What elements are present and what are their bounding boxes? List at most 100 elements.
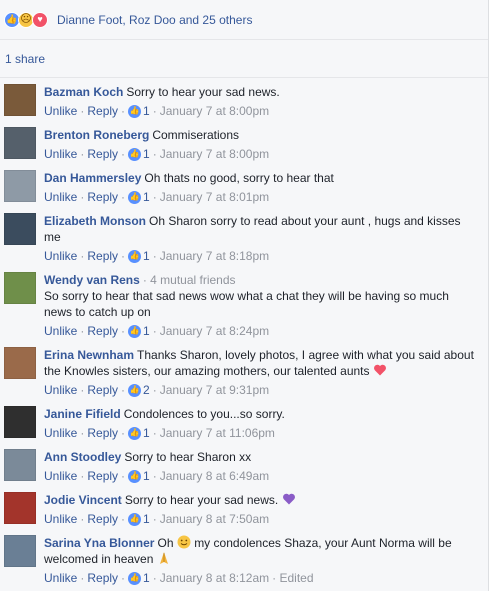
like-count[interactable]: 2 bbox=[143, 382, 150, 398]
comment-author-link[interactable]: Jodie Vincent bbox=[44, 493, 122, 507]
comment-author-link[interactable]: Ann Stoodley bbox=[44, 450, 121, 464]
unlike-button[interactable]: Unlike bbox=[44, 146, 77, 162]
reaction-summary[interactable]: 👍 ☹ ♥ Dianne Foot, Roz Doo and 25 others bbox=[0, 0, 488, 40]
unlike-button[interactable]: Unlike bbox=[44, 570, 77, 586]
avatar[interactable] bbox=[4, 406, 36, 438]
separator: · bbox=[80, 190, 85, 204]
reply-button[interactable]: Reply bbox=[87, 189, 118, 205]
avatar[interactable] bbox=[4, 84, 36, 116]
reply-button[interactable]: Reply bbox=[87, 511, 118, 527]
separator: · bbox=[121, 104, 126, 118]
comment-timestamp[interactable]: January 8 at 8:12am bbox=[160, 570, 269, 586]
reply-button[interactable]: Reply bbox=[87, 146, 118, 162]
comment-author-link[interactable]: Brenton Roneberg bbox=[44, 128, 149, 142]
comment-text-line: Jodie Vincent Sorry to hear your sad news… bbox=[44, 492, 480, 508]
avatar[interactable] bbox=[4, 127, 36, 159]
edited-label[interactable]: · Edited bbox=[272, 570, 313, 586]
like-icon[interactable]: 👍 bbox=[128, 147, 142, 161]
avatar[interactable] bbox=[4, 535, 36, 567]
share-count-link[interactable]: 1 share bbox=[0, 40, 488, 78]
separator: · bbox=[152, 147, 157, 161]
like-icon[interactable]: 👍 bbox=[128, 249, 142, 263]
like-count[interactable]: 1 bbox=[143, 468, 150, 484]
reply-button[interactable]: Reply bbox=[87, 103, 118, 119]
unlike-button[interactable]: Unlike bbox=[44, 425, 77, 441]
comment-timestamp[interactable]: January 7 at 8:18pm bbox=[160, 248, 269, 264]
unlike-button[interactable]: Unlike bbox=[44, 511, 77, 527]
comment-author-link[interactable]: Erina Newnham bbox=[44, 348, 134, 362]
reaction-names-link[interactable]: Dianne Foot, Roz Doo and 25 others bbox=[57, 13, 252, 27]
like-icon[interactable]: 👍 bbox=[128, 426, 142, 440]
comment-timestamp[interactable]: January 7 at 8:00pm bbox=[160, 146, 269, 162]
unlike-button[interactable]: Unlike bbox=[44, 248, 77, 264]
comment-body: Sarina Yna Blonner Oh my condolences Shaz… bbox=[44, 535, 480, 586]
like-count[interactable]: 1 bbox=[143, 425, 150, 441]
like-count[interactable]: 1 bbox=[143, 248, 150, 264]
avatar[interactable] bbox=[4, 347, 36, 379]
comment-author-link[interactable]: Dan Hammersley bbox=[44, 171, 141, 185]
comment: Jodie Vincent Sorry to hear your sad news… bbox=[0, 492, 488, 527]
comment-text: Oh bbox=[157, 536, 174, 550]
like-count[interactable]: 1 bbox=[143, 189, 150, 205]
like-icon[interactable]: 👍 bbox=[128, 104, 142, 118]
comment-timestamp[interactable]: January 7 at 8:01pm bbox=[160, 189, 269, 205]
separator: · bbox=[121, 426, 126, 440]
unlike-button[interactable]: Unlike bbox=[44, 189, 77, 205]
comment-body: Brenton Roneberg Commiserations Unlike · Rep… bbox=[44, 127, 480, 162]
comment-actions: Unlike · Reply · 👍 1 · January 7 at 11:06pm bbox=[44, 425, 480, 441]
comment: Wendy van Rens · 4 mutual friends So sorry… bbox=[0, 272, 488, 339]
comment-text: Commiserations bbox=[152, 128, 240, 142]
like-icon[interactable]: 👍 bbox=[128, 571, 142, 585]
like-count[interactable]: 1 bbox=[143, 103, 150, 119]
like-icon[interactable]: 👍 bbox=[128, 512, 142, 526]
comment-timestamp[interactable]: January 7 at 9:31pm bbox=[160, 382, 269, 398]
reply-button[interactable]: Reply bbox=[87, 382, 118, 398]
heart-emoji-icon bbox=[373, 363, 387, 377]
unlike-button[interactable]: Unlike bbox=[44, 103, 77, 119]
avatar[interactable] bbox=[4, 170, 36, 202]
comment: Erina Newnham Thanks Sharon, lovely photo… bbox=[0, 347, 488, 398]
comment-author-link[interactable]: Janine Fifield bbox=[44, 407, 121, 421]
comment-timestamp[interactable]: January 7 at 11:06pm bbox=[160, 425, 275, 441]
like-count[interactable]: 1 bbox=[143, 511, 150, 527]
like-icon[interactable]: 👍 bbox=[128, 324, 142, 338]
like-icon[interactable]: 👍 bbox=[128, 190, 142, 204]
comment-author-link[interactable]: Wendy van Rens bbox=[44, 273, 140, 287]
separator: · bbox=[152, 469, 157, 483]
unlike-button[interactable]: Unlike bbox=[44, 323, 77, 339]
comment-body: Elizabeth Monson Oh Sharon sorry to read … bbox=[44, 213, 480, 264]
separator: · bbox=[121, 512, 126, 526]
comment-actions: Unlike · Reply · 👍 1 · January 7 at 8:00pm bbox=[44, 146, 480, 162]
avatar[interactable] bbox=[4, 272, 36, 304]
reply-button[interactable]: Reply bbox=[87, 323, 118, 339]
avatar[interactable] bbox=[4, 449, 36, 481]
reply-button[interactable]: Reply bbox=[87, 248, 118, 264]
reply-button[interactable]: Reply bbox=[87, 468, 118, 484]
comment-timestamp[interactable]: January 8 at 6:49am bbox=[160, 468, 269, 484]
comment-actions: Unlike · Reply · 👍 2 · January 7 at 9:31pm bbox=[44, 382, 480, 398]
comment-body: Ann Stoodley Sorry to hear Sharon xx Unlik… bbox=[44, 449, 480, 484]
comment-timestamp[interactable]: January 7 at 8:00pm bbox=[160, 103, 269, 119]
comment-author-link[interactable]: Bazman Koch bbox=[44, 85, 123, 99]
avatar[interactable] bbox=[4, 213, 36, 245]
comment-author-link[interactable]: Sarina Yna Blonner bbox=[44, 536, 154, 550]
like-count[interactable]: 1 bbox=[143, 323, 150, 339]
unlike-button[interactable]: Unlike bbox=[44, 468, 77, 484]
comment-timestamp[interactable]: January 8 at 7:50am bbox=[160, 511, 269, 527]
comment-actions: Unlike · Reply · 👍 1 · January 8 at 8:12am · Edi… bbox=[44, 570, 480, 586]
like-icon[interactable]: 👍 bbox=[128, 469, 142, 483]
comment-author-link[interactable]: Elizabeth Monson bbox=[44, 214, 146, 228]
comment-timestamp[interactable]: January 7 at 8:24pm bbox=[160, 323, 269, 339]
separator: · bbox=[80, 383, 85, 397]
comments-panel: 👍 ☹ ♥ Dianne Foot, Roz Doo and 25 others… bbox=[0, 0, 489, 591]
reply-button[interactable]: Reply bbox=[87, 570, 118, 586]
like-count[interactable]: 1 bbox=[143, 570, 150, 586]
comment-text-line: Bazman Koch Sorry to hear your sad news. bbox=[44, 84, 480, 100]
separator: · bbox=[121, 190, 126, 204]
separator: · bbox=[80, 104, 85, 118]
avatar[interactable] bbox=[4, 492, 36, 524]
like-count[interactable]: 1 bbox=[143, 146, 150, 162]
reply-button[interactable]: Reply bbox=[87, 425, 118, 441]
like-icon[interactable]: 👍 bbox=[128, 383, 142, 397]
unlike-button[interactable]: Unlike bbox=[44, 382, 77, 398]
